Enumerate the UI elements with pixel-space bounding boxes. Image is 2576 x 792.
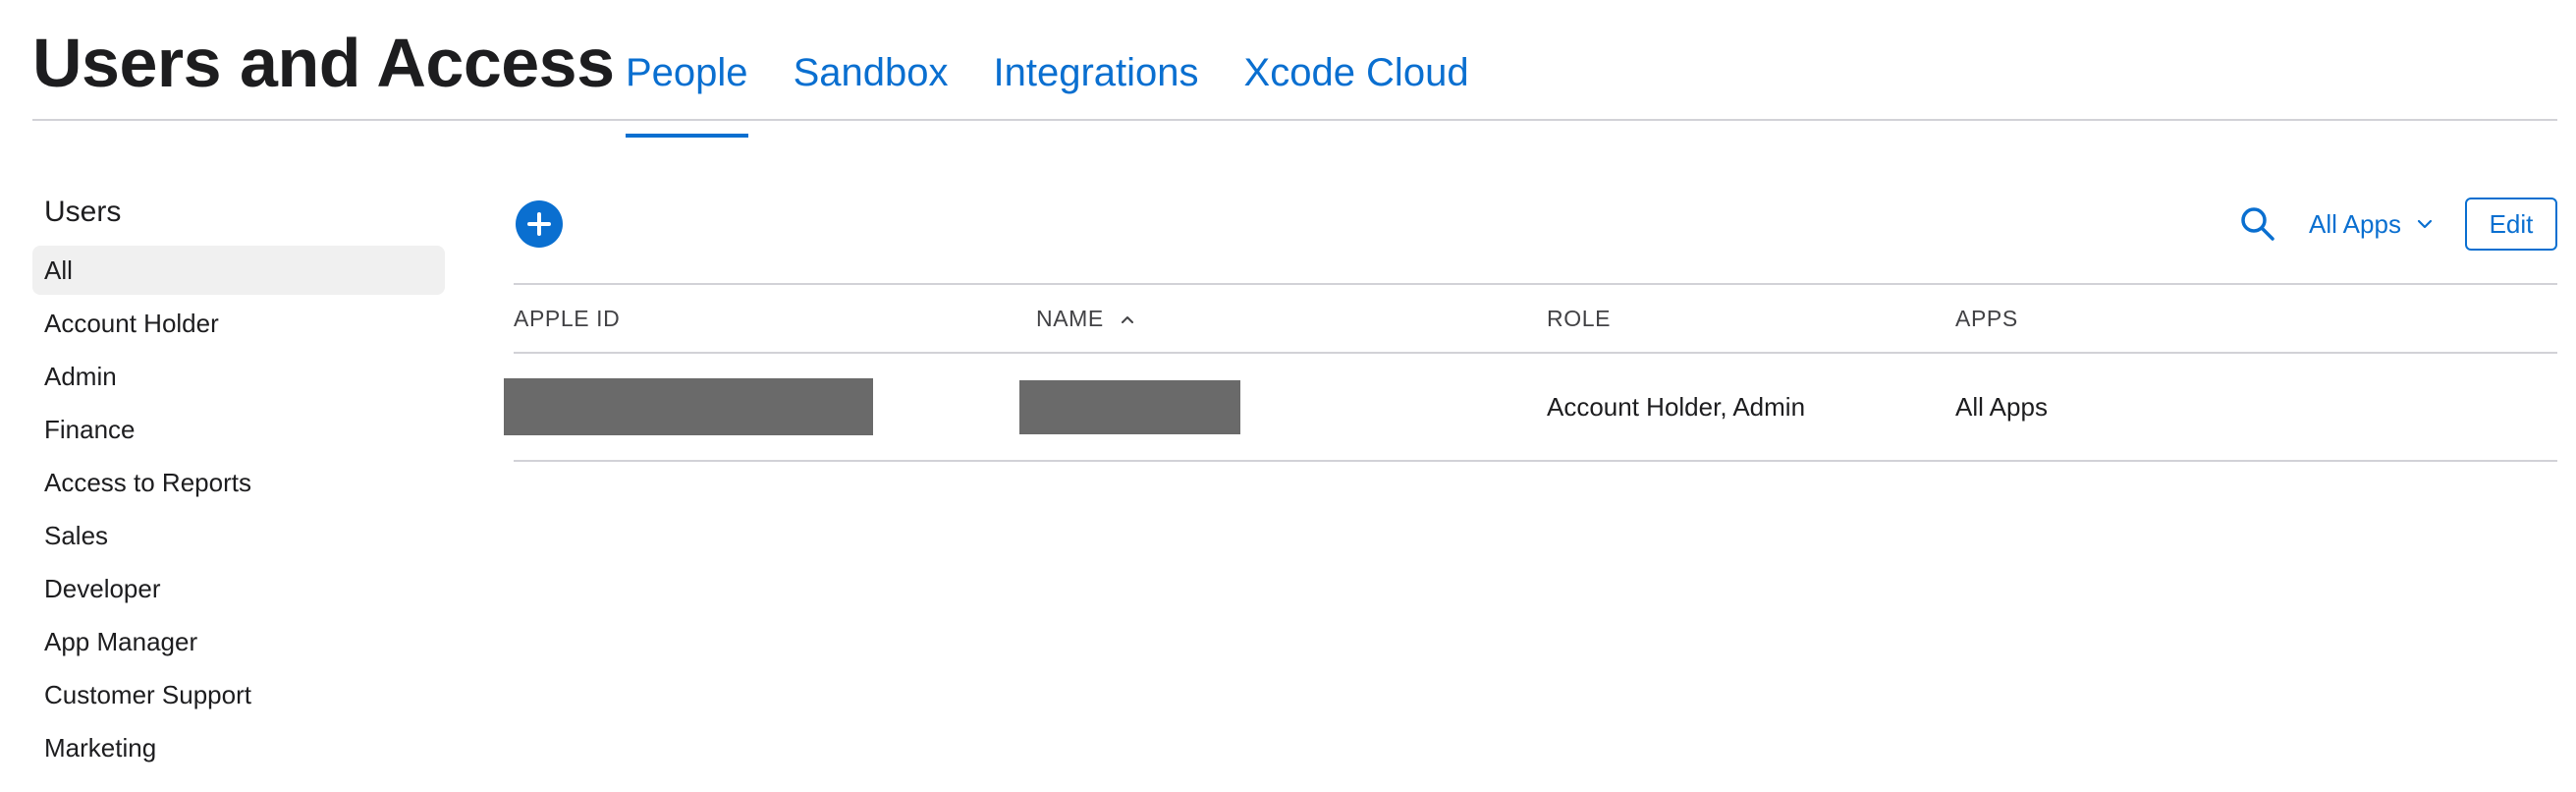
section-tabs: People Sandbox Integrations Xcode Cloud — [626, 41, 1469, 138]
redacted-apple-id — [504, 378, 873, 435]
search-button[interactable] — [2238, 204, 2277, 244]
sidebar: Users All Account Holder Admin Finance A… — [32, 189, 445, 776]
edit-button[interactable]: Edit — [2465, 198, 2557, 251]
cell-role: Account Holder, Admin — [1547, 391, 1806, 422]
cell-name — [1019, 353, 1547, 461]
sidebar-item-developer[interactable]: Developer — [32, 564, 445, 613]
column-header-label: APPLE ID — [514, 305, 621, 331]
redacted-name — [1019, 379, 1240, 434]
add-user-button[interactable] — [516, 200, 563, 248]
sidebar-item-all[interactable]: All — [32, 246, 445, 295]
column-header-apps[interactable]: APPS — [1955, 284, 2557, 353]
toolbar: All Apps Edit — [514, 189, 2557, 283]
tab-sandbox[interactable]: Sandbox — [794, 41, 949, 121]
column-header-name[interactable]: NAME — [1036, 284, 1547, 353]
tab-xcode-cloud[interactable]: Xcode Cloud — [1244, 41, 1469, 121]
column-header-role[interactable]: ROLE — [1547, 284, 1955, 353]
cell-apps: All Apps — [1955, 391, 2048, 422]
sidebar-item-app-manager[interactable]: App Manager — [32, 617, 445, 666]
sidebar-item-customer-support[interactable]: Customer Support — [32, 670, 445, 719]
column-header-label: NAME — [1036, 305, 1104, 331]
sidebar-item-admin[interactable]: Admin — [32, 352, 445, 401]
apps-filter-dropdown[interactable]: All Apps — [2309, 204, 2433, 244]
table-row[interactable]: Account Holder, Admin All Apps — [504, 353, 2557, 461]
sidebar-item-marketing[interactable]: Marketing — [32, 723, 445, 772]
sidebar-item-sales[interactable]: Sales — [32, 511, 445, 560]
column-header-label: APPS — [1955, 305, 2018, 331]
page-title: Users and Access — [32, 25, 615, 101]
sidebar-heading: Users — [44, 196, 122, 228]
plus-circle-icon — [527, 212, 551, 236]
search-icon — [2241, 207, 2275, 241]
page-header: Users and Access People Sandbox Integrat… — [32, 0, 2557, 138]
sidebar-item-account-holder[interactable]: Account Holder — [32, 299, 445, 348]
main-content: All Apps Edit APPLE ID NAME ROLE APPS Ac… — [504, 189, 2557, 462]
table-header-row: APPLE ID NAME ROLE APPS — [514, 284, 2557, 353]
tab-people[interactable]: People — [626, 41, 748, 138]
chevron-up-icon — [1121, 316, 1133, 324]
cell-apple-id — [504, 353, 1036, 461]
column-header-label: ROLE — [1547, 305, 1612, 331]
chevron-down-icon — [2417, 219, 2433, 229]
sidebar-item-access-to-reports[interactable]: Access to Reports — [32, 458, 445, 507]
users-table: APPLE ID NAME ROLE APPS Account Holder, … — [504, 283, 2557, 462]
sidebar-list: All Account Holder Admin Finance Access … — [32, 246, 445, 772]
sidebar-item-finance[interactable]: Finance — [32, 405, 445, 454]
apps-filter-label: All Apps — [2309, 208, 2401, 239]
column-header-apple-id[interactable]: APPLE ID — [514, 284, 1036, 353]
tab-integrations[interactable]: Integrations — [993, 41, 1198, 121]
